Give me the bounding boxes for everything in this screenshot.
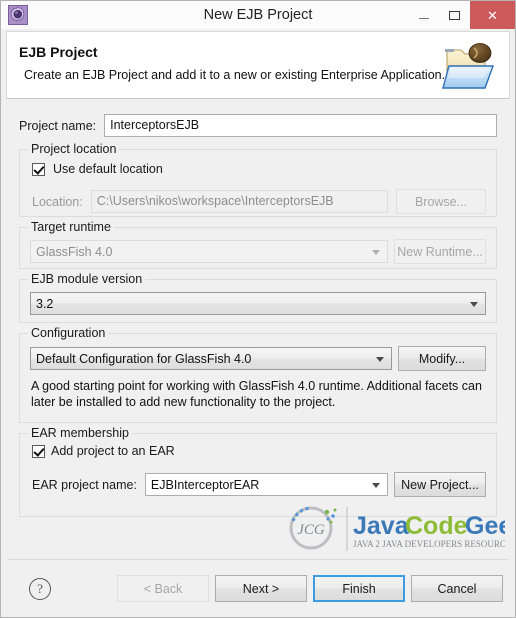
ejb-project-folder-icon	[439, 36, 501, 94]
target-runtime-value: GlassFish 4.0	[36, 244, 113, 259]
ear-project-name-row: EAR project name: EJBInterceptorEAR New …	[32, 472, 486, 497]
page-title: EJB Project	[19, 44, 98, 60]
new-project-button[interactable]: New Project...	[394, 472, 486, 497]
new-runtime-button[interactable]: New Runtime...	[394, 239, 486, 264]
maximize-icon	[449, 10, 460, 20]
browse-button[interactable]: Browse...	[396, 189, 486, 214]
back-button[interactable]: < Back	[117, 575, 209, 602]
location-input[interactable]: C:\Users\nikos\workspace\InterceptorsEJB	[90, 190, 388, 213]
chevron-down-icon	[372, 482, 380, 488]
cancel-button[interactable]: Cancel	[411, 575, 503, 602]
chevron-down-icon	[372, 249, 380, 255]
ear-project-name-combo[interactable]: EJBInterceptorEAR	[144, 473, 388, 496]
chevron-down-icon	[376, 356, 384, 362]
target-runtime-combo[interactable]: GlassFish 4.0	[30, 240, 388, 263]
location-label: Location:	[32, 194, 83, 209]
finish-button[interactable]: Finish	[313, 575, 405, 602]
configuration-value: Default Configuration for GlassFish 4.0	[36, 351, 252, 366]
modify-button[interactable]: Modify...	[398, 346, 486, 371]
target-runtime-row: GlassFish 4.0 New Runtime...	[30, 239, 486, 264]
close-icon: ✕	[487, 7, 498, 23]
configuration-description: A good starting point for working with G…	[31, 379, 482, 409]
configuration-group: Configuration Default Configuration for …	[19, 326, 497, 423]
dialog-footer: ? < Back Next > Finish Cancel	[7, 559, 509, 617]
help-icon[interactable]: ?	[29, 577, 51, 600]
configuration-combo[interactable]: Default Configuration for GlassFish 4.0	[30, 347, 392, 370]
ejb-module-version-legend: EJB module version	[28, 272, 146, 286]
svg-text:JAVA 2 JAVA DEVELOPERS RESOURC: JAVA 2 JAVA DEVELOPERS RESOURCE CENTER	[353, 539, 505, 549]
wizard-banner: EJB Project Create an EJB Project and ad…	[6, 31, 510, 99]
dialog-window: New EJB Project ✕ EJB Project Create an …	[0, 0, 516, 618]
project-location-group: Project location Use default location Lo…	[19, 142, 497, 217]
maximize-button[interactable]	[439, 1, 470, 29]
project-name-label: Project name:	[19, 118, 97, 133]
next-button[interactable]: Next >	[215, 575, 307, 602]
ejb-module-version-group: EJB module version 3.2	[19, 272, 497, 323]
configuration-legend: Configuration	[28, 326, 109, 340]
project-location-legend: Project location	[28, 142, 120, 156]
ear-membership-group: EAR membership Add project to an EAR EAR…	[19, 426, 497, 517]
ear-project-name-label: EAR project name:	[32, 477, 137, 492]
window-controls: ✕	[408, 1, 515, 29]
add-project-to-ear-row[interactable]: Add project to an EAR	[32, 444, 175, 458]
minimize-icon	[418, 17, 429, 19]
use-default-location-row[interactable]: Use default location	[32, 162, 163, 176]
ejb-module-version-value: 3.2	[36, 296, 54, 311]
title-bar: New EJB Project ✕	[1, 1, 515, 29]
chevron-down-icon	[470, 301, 478, 307]
location-row: Location: C:\Users\nikos\workspace\Inter…	[32, 189, 486, 214]
page-subtitle: Create an EJB Project and add it to a ne…	[24, 68, 446, 82]
configuration-row: Default Configuration for GlassFish 4.0 …	[30, 346, 486, 371]
dialog-body: Project name: InterceptorsEJB Project lo…	[1, 99, 515, 559]
wizard-buttons: < Back Next > Finish Cancel	[117, 575, 503, 602]
target-runtime-legend: Target runtime	[28, 220, 114, 234]
add-project-to-ear-label: Add project to an EAR	[51, 444, 175, 458]
use-default-location-label: Use default location	[53, 162, 163, 176]
eclipse-gear-icon	[8, 5, 28, 25]
project-name-row: Project name: InterceptorsEJB	[19, 114, 497, 137]
project-name-input[interactable]: InterceptorsEJB	[104, 114, 497, 137]
svg-text:JCG: JCG	[297, 522, 325, 538]
use-default-location-checkbox[interactable]	[32, 162, 45, 176]
target-runtime-group: Target runtime GlassFish 4.0 New Runtime…	[19, 220, 497, 269]
close-button[interactable]: ✕	[470, 1, 515, 29]
ear-project-name-value: EJBInterceptorEAR	[150, 477, 260, 492]
minimize-button[interactable]	[408, 1, 439, 29]
ejb-module-version-combo[interactable]: 3.2	[30, 292, 486, 315]
add-project-to-ear-checkbox[interactable]	[32, 444, 45, 458]
ear-membership-legend: EAR membership	[28, 426, 132, 440]
